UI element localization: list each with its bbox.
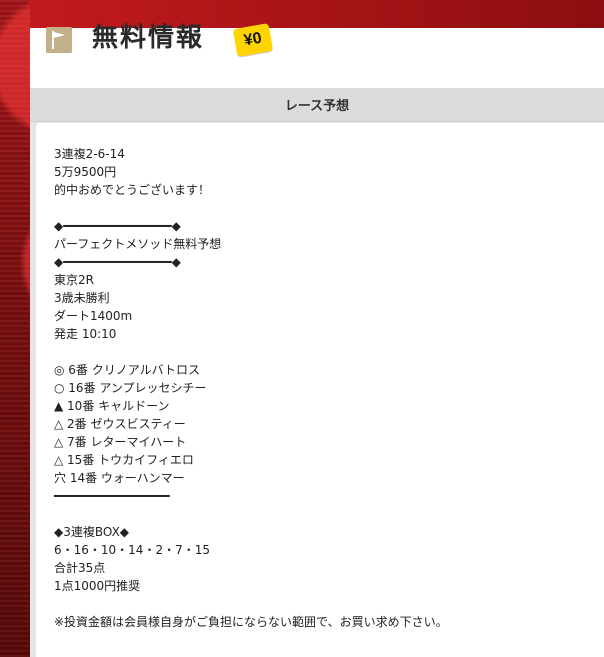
- flag-icon: [46, 27, 72, 53]
- page-header: 無料情報 ¥0: [30, 0, 604, 89]
- content-body-panel: 3連複2-6-14 5万9500円 的中おめでとうございます！ ◆━━━━━━━…: [36, 123, 604, 657]
- content-panel: レース予想 3連複2-6-14 5万9500円 的中おめでとうございます！ ◆━…: [30, 88, 604, 657]
- page-title: 無料情報: [92, 23, 205, 53]
- race-prediction-text: 3連複2-6-14 5万9500円 的中おめでとうございます！ ◆━━━━━━━…: [54, 147, 448, 629]
- free-price-badge: ¥0: [232, 23, 274, 57]
- section-header: レース予想: [30, 88, 604, 122]
